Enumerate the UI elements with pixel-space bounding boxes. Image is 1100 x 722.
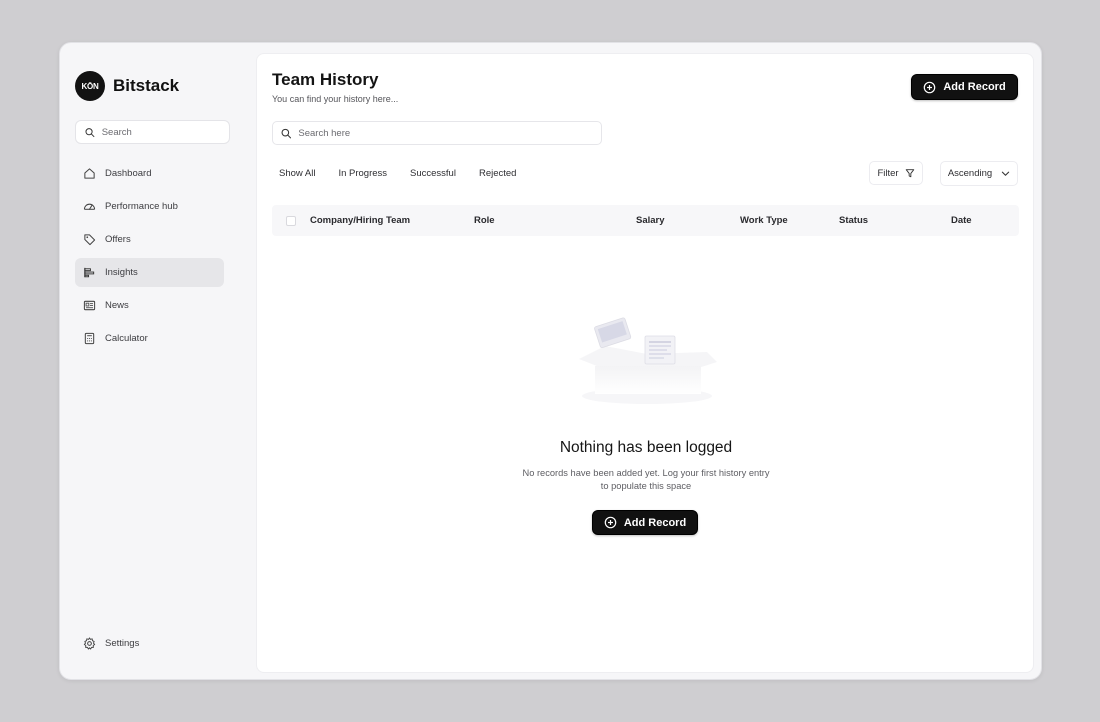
sort-selected: Ascending: [947, 168, 993, 179]
sidebar-item-label: News: [105, 300, 129, 311]
search-icon: [281, 128, 292, 138]
filter-label: Filter: [877, 167, 899, 179]
empty-state-illustration: [579, 317, 717, 404]
app-window: KŌN Bitstack Dashboard Performance hub O…: [59, 42, 1042, 680]
brand-logo: KŌN: [75, 71, 105, 101]
tab-show-all[interactable]: Show All: [272, 162, 322, 185]
column-status[interactable]: Status: [839, 215, 868, 226]
empty-state-button-label: Add Record: [623, 516, 687, 529]
sidebar-item-label: Performance hub: [105, 201, 178, 212]
sidebar-item-offers[interactable]: Offers: [75, 225, 224, 254]
status-tabs: Show All In Progress Successful Rejected: [272, 162, 532, 185]
brand[interactable]: KŌN Bitstack: [75, 71, 179, 101]
gear-icon: [83, 637, 96, 650]
home-icon: [84, 168, 95, 179]
page-title: Team History: [272, 70, 379, 89]
column-role[interactable]: Role: [474, 215, 495, 226]
sidebar-item-calculator[interactable]: Calculator: [75, 324, 224, 353]
sidebar-item-label: Offers: [105, 234, 131, 245]
newspaper-icon: [83, 300, 96, 311]
tab-successful[interactable]: Successful: [403, 162, 463, 185]
tab-in-progress[interactable]: In Progress: [331, 162, 394, 185]
sidebar: KŌN Bitstack Dashboard Performance hub O…: [60, 43, 256, 679]
sort-dropdown[interactable]: Ascending: [940, 161, 1018, 186]
page-subtitle: You can find your history here...: [272, 94, 399, 104]
main-panel: Team History You can find your history h…: [256, 53, 1034, 673]
search-icon: [85, 127, 95, 137]
filter-icon: [905, 169, 914, 178]
add-record-label: Add Record: [943, 81, 1006, 93]
add-record-button[interactable]: Add Record: [911, 74, 1018, 100]
sidebar-item-label: Insights: [105, 267, 138, 278]
column-work-type[interactable]: Work Type: [740, 215, 788, 226]
sidebar-item-settings[interactable]: Settings: [83, 637, 139, 650]
empty-state-description: No records have been added yet. Log your…: [522, 468, 770, 491]
settings-label: Settings: [105, 638, 140, 649]
gauge-icon: [83, 203, 96, 210]
chevron-down-icon: [1001, 171, 1010, 176]
chart-bars-icon: [84, 267, 95, 278]
sidebar-item-label: Dashboard: [105, 168, 152, 179]
tab-rejected[interactable]: Rejected: [472, 162, 524, 185]
sidebar-item-performance-hub[interactable]: Performance hub: [75, 192, 224, 221]
brand-name: Bitstack: [113, 76, 180, 95]
sidebar-search[interactable]: [75, 120, 230, 144]
column-date[interactable]: Date: [951, 215, 972, 226]
filter-button[interactable]: Filter: [869, 161, 923, 185]
history-search-input[interactable]: [298, 127, 601, 139]
plus-circle-icon: [604, 516, 617, 529]
tag-icon: [84, 234, 96, 246]
column-company[interactable]: Company/Hiring Team: [310, 215, 410, 226]
sidebar-item-insights[interactable]: Insights: [75, 258, 224, 287]
plus-circle-icon: [924, 81, 936, 93]
select-all-checkbox[interactable]: [286, 216, 296, 226]
sidebar-nav: Dashboard Performance hub Offers Insight…: [75, 159, 224, 357]
table-header: Company/Hiring Team Role Salary Work Typ…: [272, 205, 1019, 236]
column-salary[interactable]: Salary: [636, 215, 665, 226]
sidebar-search-input[interactable]: [101, 126, 229, 138]
sidebar-item-label: Calculator: [105, 333, 148, 344]
empty-state-add-record-button[interactable]: Add Record: [592, 510, 698, 535]
sidebar-item-dashboard[interactable]: Dashboard: [75, 159, 224, 188]
history-search[interactable]: [272, 121, 602, 145]
empty-state-title: Nothing has been logged: [559, 439, 733, 456]
sidebar-item-news[interactable]: News: [75, 291, 224, 320]
calculator-icon: [84, 332, 95, 345]
